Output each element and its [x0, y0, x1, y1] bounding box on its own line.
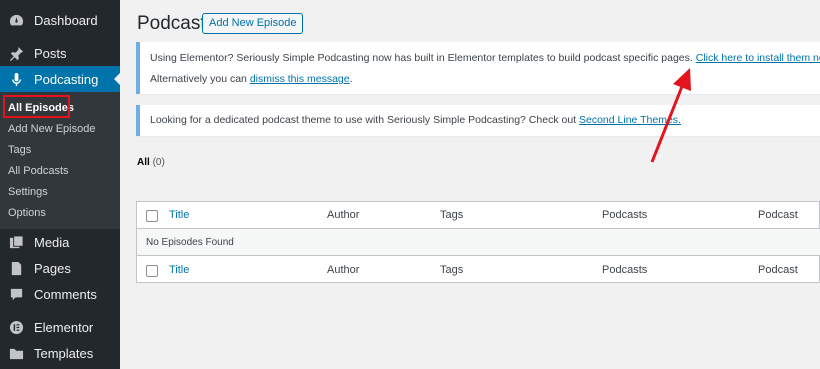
column-author: Author: [327, 264, 360, 276]
column-tags: Tags: [440, 209, 464, 221]
page-title: Podcast: [137, 13, 206, 34]
dashboard-icon: [8, 12, 24, 28]
folder-icon: [8, 345, 24, 361]
empty-message: No Episodes Found: [146, 237, 234, 248]
column-podcast: Podcast: [758, 209, 798, 221]
select-all-checkbox[interactable]: [146, 210, 158, 222]
notice-text: Looking for a dedicated podcast theme to…: [150, 114, 579, 126]
menu-item-dashboard[interactable]: Dashboard: [0, 7, 120, 33]
menu-item-templates[interactable]: Templates: [0, 340, 120, 366]
notice-text: Using Elementor? Seriously Simple Podcas…: [150, 52, 696, 64]
notice-text: Alternatively you can: [150, 73, 250, 85]
elementor-notice: Using Elementor? Seriously Simple Podcas…: [136, 42, 820, 94]
filter-all-link[interactable]: All: [137, 157, 150, 168]
menu-label: Dashboard: [34, 12, 98, 28]
theme-notice: Looking for a dedicated podcast theme to…: [136, 105, 820, 136]
column-title[interactable]: Title: [169, 264, 189, 276]
elementor-icon: [8, 319, 24, 335]
submenu-item-settings[interactable]: Settings: [8, 184, 48, 200]
submenu-item-all-podcasts[interactable]: All Podcasts: [8, 163, 69, 179]
episodes-table: Title Author Tags Podcasts Podcast No Ep…: [136, 201, 820, 283]
menu-item-posts[interactable]: Posts: [0, 40, 120, 66]
comment-icon: [8, 286, 24, 302]
menu-label: Podcasting: [34, 71, 99, 87]
column-podcasts: Podcasts: [602, 264, 648, 276]
microphone-icon: [8, 71, 24, 87]
table-row: No Episodes Found: [137, 229, 820, 256]
notice-text: .: [349, 73, 353, 85]
add-new-episode-button[interactable]: Add New Episode: [202, 13, 304, 34]
column-tags: Tags: [440, 264, 464, 276]
select-all-checkbox-footer[interactable]: [146, 265, 158, 277]
dismiss-message-link[interactable]: dismiss this message: [250, 73, 350, 85]
admin-sidebar: Dashboard Posts Podcasting All Episodes …: [0, 0, 120, 369]
table-header-row: Title Author Tags Podcasts Podcast: [137, 202, 820, 229]
page-icon: [8, 260, 24, 276]
menu-label: Media: [34, 234, 70, 250]
table-footer-row: Title Author Tags Podcasts Podcast: [137, 257, 820, 284]
highlight-box: [3, 95, 70, 118]
menu-label: Templates: [34, 345, 94, 361]
filter-count: (0): [152, 157, 165, 168]
column-podcasts: Podcasts: [602, 209, 648, 221]
second-line-themes-link[interactable]: Second Line Themes.: [579, 114, 681, 126]
status-filter: All (0): [137, 157, 165, 168]
media-icon: [8, 234, 24, 250]
menu-item-podcasting[interactable]: Podcasting: [0, 66, 120, 92]
column-podcast: Podcast: [758, 264, 798, 276]
install-templates-link[interactable]: Click here to install them now.: [696, 52, 820, 64]
submenu-item-options[interactable]: Options: [8, 205, 46, 221]
menu-item-elementor[interactable]: Elementor: [0, 314, 120, 340]
submenu-item-add-new-episode[interactable]: Add New Episode: [8, 121, 95, 137]
menu-label: Elementor: [34, 319, 94, 335]
menu-label: Comments: [34, 286, 97, 302]
column-author: Author: [327, 209, 360, 221]
menu-item-media[interactable]: Media: [0, 229, 120, 255]
column-title[interactable]: Title: [169, 209, 189, 221]
menu-label: Posts: [34, 45, 67, 61]
menu-item-comments[interactable]: Comments: [0, 281, 120, 307]
menu-label: Pages: [34, 260, 71, 276]
submenu-item-tags[interactable]: Tags: [8, 142, 31, 158]
pin-icon: [8, 45, 24, 61]
menu-item-pages[interactable]: Pages: [0, 255, 120, 281]
